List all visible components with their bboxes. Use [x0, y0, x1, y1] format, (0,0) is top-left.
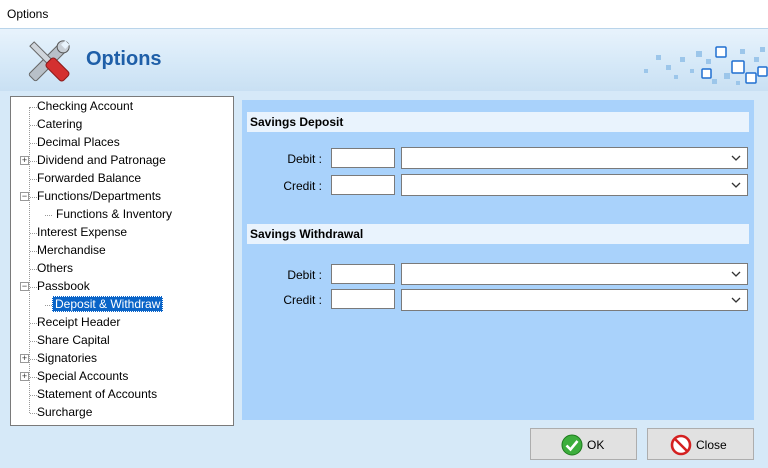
tree-guide-line — [29, 107, 30, 413]
withdrawal-credit-label: Credit : — [283, 293, 322, 307]
tree-item-forwarded-balance[interactable]: Forwarded Balance — [35, 170, 143, 187]
deposit-credit-code-input[interactable] — [331, 175, 395, 195]
chevron-down-icon — [731, 297, 741, 303]
tree-item-merchandise[interactable]: Merchandise — [35, 242, 108, 259]
deposit-debit-label: Debit : — [287, 152, 322, 166]
tree-item-checking-account[interactable]: Checking Account — [35, 98, 135, 115]
tree-item-dividend-and-patronage[interactable]: Dividend and Patronage — [35, 152, 168, 169]
close-button[interactable]: Close — [647, 428, 754, 460]
options-tree[interactable]: Checking Account Catering Decimal Places… — [10, 96, 234, 426]
tree-connector — [45, 215, 52, 216]
no-entry-icon — [670, 434, 692, 456]
settings-panel: Savings Deposit Debit : Credit : Savings… — [242, 100, 754, 420]
tree-item-deposit-withdraw[interactable]: Deposit & Withdraw — [52, 296, 164, 313]
tree-item-share-capital[interactable]: Share Capital — [35, 332, 112, 349]
window-title: Options — [7, 7, 49, 21]
tree-item-catering[interactable]: Catering — [35, 116, 84, 133]
tree-item-statement-of-accounts[interactable]: Statement of Accounts — [35, 386, 159, 403]
close-button-label: Close — [696, 438, 727, 452]
tree-item-functions-departments[interactable]: Functions/Departments — [35, 188, 163, 205]
withdrawal-credit-code-input[interactable] — [331, 289, 395, 309]
withdrawal-debit-code-input[interactable] — [331, 264, 395, 284]
decorative-squares-icon — [644, 46, 768, 85]
chevron-down-icon — [731, 155, 741, 161]
expand-icon[interactable]: + — [20, 354, 29, 363]
deposit-credit-label: Credit : — [283, 179, 322, 193]
tree-item-signatories[interactable]: Signatories — [35, 350, 99, 367]
savings-deposit-heading: Savings Deposit — [247, 112, 749, 132]
tools-icon — [28, 40, 70, 82]
tree-item-receipt-header[interactable]: Receipt Header — [35, 314, 122, 331]
deposit-debit-code-input[interactable] — [331, 148, 395, 168]
tree-item-passbook[interactable]: Passbook — [35, 278, 92, 295]
withdrawal-debit-label: Debit : — [287, 268, 322, 282]
tree-item-decimal-places[interactable]: Decimal Places — [35, 134, 122, 151]
chevron-down-icon — [731, 271, 741, 277]
tree-item-special-accounts[interactable]: Special Accounts — [35, 368, 130, 385]
chevron-down-icon — [731, 182, 741, 188]
withdrawal-credit-account-dropdown[interactable] — [401, 289, 748, 311]
ok-button[interactable]: OK — [530, 428, 637, 460]
title-bar: Options — [0, 0, 768, 28]
header-title: Options — [86, 48, 162, 70]
header-banner: Options — [0, 28, 768, 91]
deposit-credit-account-dropdown[interactable] — [401, 174, 748, 196]
tree-item-others[interactable]: Others — [35, 260, 75, 277]
tree-item-surcharge[interactable]: Surcharge — [35, 404, 94, 421]
tree-item-interest-expense[interactable]: Interest Expense — [35, 224, 129, 241]
savings-withdrawal-heading: Savings Withdrawal — [247, 224, 749, 244]
tree-connector — [45, 305, 52, 306]
withdrawal-debit-account-dropdown[interactable] — [401, 263, 748, 285]
tree-item-functions-inventory[interactable]: Functions & Inventory — [54, 206, 174, 223]
checkmark-icon — [561, 434, 583, 456]
ok-button-label: OK — [587, 438, 605, 452]
deposit-debit-account-dropdown[interactable] — [401, 147, 748, 169]
expand-icon[interactable]: + — [20, 156, 29, 165]
collapse-icon[interactable]: − — [20, 282, 29, 291]
collapse-icon[interactable]: − — [20, 192, 29, 201]
expand-icon[interactable]: + — [20, 372, 29, 381]
